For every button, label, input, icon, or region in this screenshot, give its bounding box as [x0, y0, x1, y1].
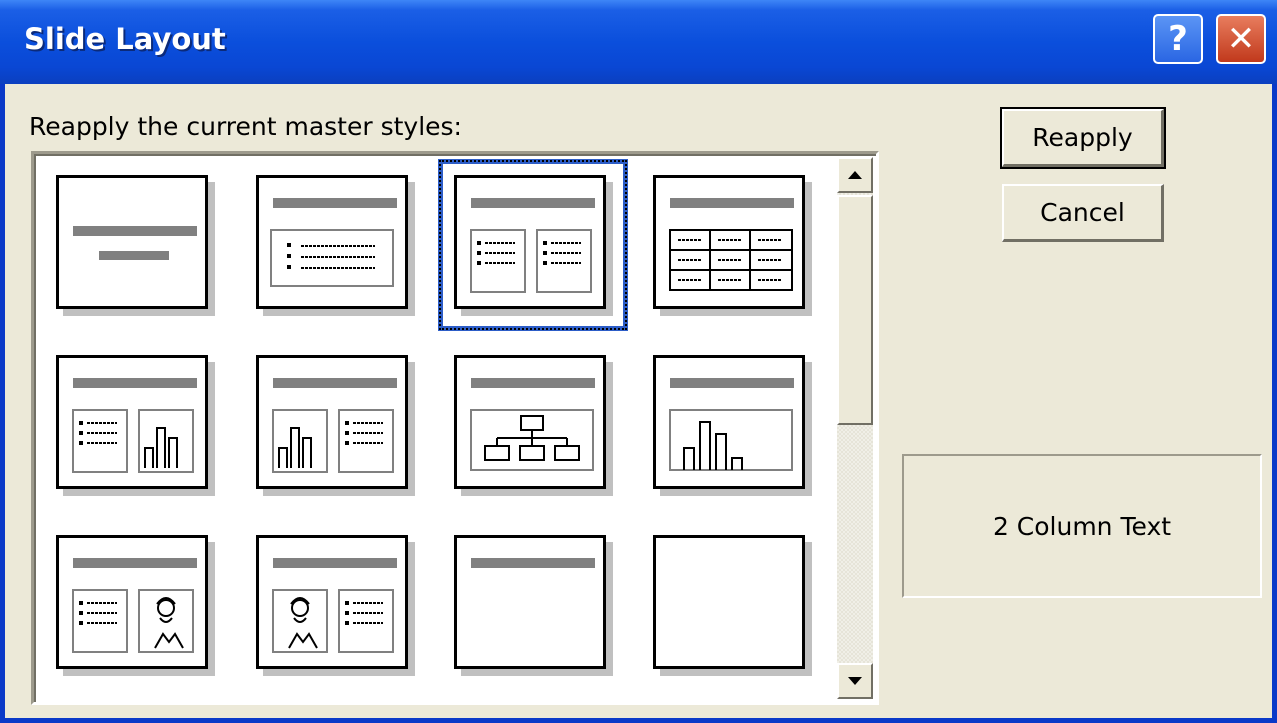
chart-layout-icon — [669, 378, 794, 471]
reapply-button[interactable]: Reapply — [1000, 107, 1166, 169]
bulleted-list-layout-icon — [270, 198, 397, 287]
text-and-chart-layout-icon — [72, 378, 197, 473]
scroll-up-button[interactable] — [837, 157, 873, 193]
layout-title-only[interactable] — [454, 535, 606, 669]
close-icon: ✕ — [1226, 19, 1256, 59]
blank-layout-icon — [656, 538, 802, 666]
title-bar[interactable]: Slide Layout ? ✕ — [0, 0, 1277, 84]
organization-chart-layout-icon — [470, 378, 595, 471]
layout-bulleted-list[interactable] — [256, 175, 408, 309]
layout-blank[interactable] — [653, 535, 805, 669]
layout-gallery[interactable] — [31, 151, 879, 705]
layout-organization-chart[interactable] — [454, 355, 606, 489]
chart-and-text-layout-icon — [272, 378, 397, 473]
slide-layout-dialog: Slide Layout ? ✕ Reapply the current mas… — [0, 0, 1277, 723]
scroll-up-arrow-icon — [848, 171, 862, 179]
layout-text-and-clip-art[interactable] — [56, 535, 208, 669]
dialog-body: Reapply the current master styles: Reapp… — [5, 84, 1272, 718]
layout-text-and-chart[interactable] — [56, 355, 208, 489]
scroll-down-arrow-icon — [848, 677, 862, 685]
layout-clip-art-and-text[interactable] — [256, 535, 408, 669]
clip-art-and-text-layout-icon — [272, 558, 397, 653]
layout-chart[interactable] — [653, 355, 805, 489]
layout-2-column-text[interactable] — [454, 175, 606, 309]
title-only-layout-icon — [471, 558, 595, 568]
text-and-clip-art-layout-icon — [72, 558, 197, 653]
layout-chart-and-text[interactable] — [256, 355, 408, 489]
help-icon: ? — [1168, 19, 1188, 59]
caption-label: Reapply the current master styles: — [29, 112, 462, 141]
layout-table[interactable] — [653, 175, 805, 309]
layout-name-preview: 2 Column Text — [902, 454, 1262, 598]
title-slide-layout-icon — [73, 226, 197, 260]
help-button[interactable]: ? — [1153, 14, 1203, 64]
table-layout-icon — [669, 198, 794, 291]
scrollbar-thumb[interactable] — [837, 195, 873, 425]
close-button[interactable]: ✕ — [1216, 14, 1266, 64]
two-column-text-layout-icon — [470, 198, 595, 293]
vertical-scrollbar[interactable] — [837, 157, 873, 699]
scroll-down-button[interactable] — [837, 663, 873, 699]
cancel-button[interactable]: Cancel — [1002, 184, 1164, 242]
layout-title-slide[interactable] — [56, 175, 208, 309]
dialog-title: Slide Layout — [24, 22, 226, 56]
